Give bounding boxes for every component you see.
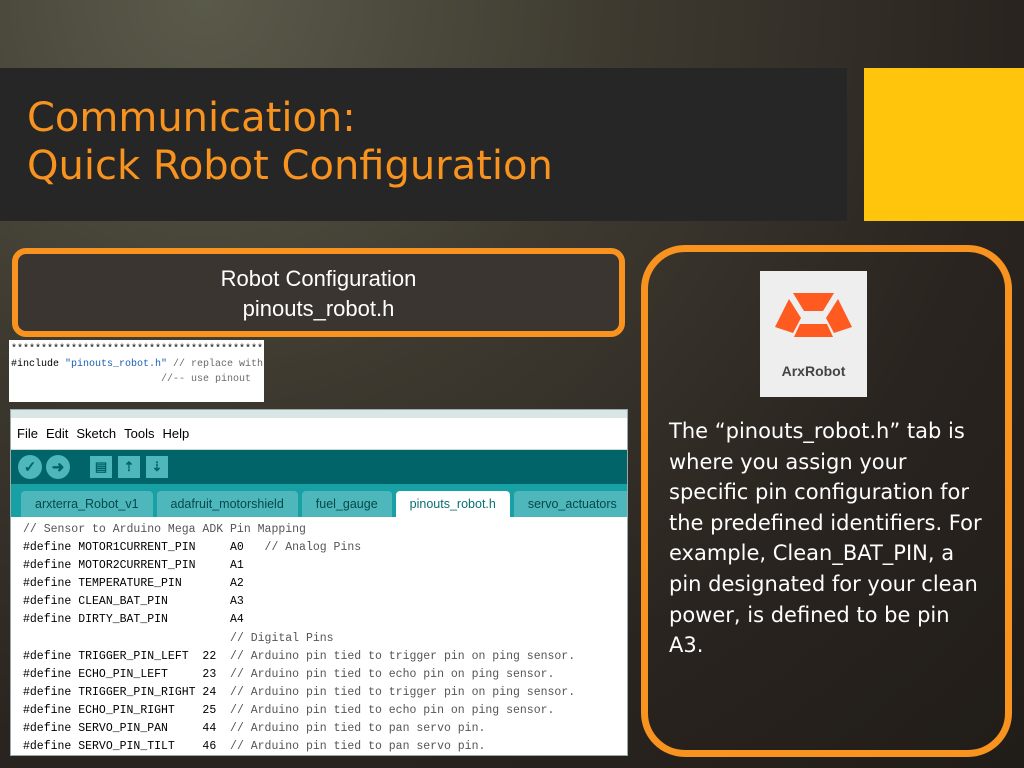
include-code-snippet: ****************************************… xyxy=(9,340,264,402)
code-line-code: #define CLEAN_BAT_PIN A3 xyxy=(23,595,244,609)
ide-menubar: File Edit Sketch Tools Help xyxy=(11,418,627,450)
snippet-line-2: #include "pinouts_robot.h" // replace wi… xyxy=(11,357,264,372)
ide-toolbar: ✓ ➜ ▤ ⇡ ⇣ xyxy=(11,450,627,484)
code-line: #define MOTOR2CURRENT_PIN A1 xyxy=(23,557,627,575)
accent-square xyxy=(864,68,1024,221)
snippet-include-comment: // replace with xyxy=(167,359,264,370)
code-line: #define ECHO_PIN_LEFT 23 // Arduino pin … xyxy=(23,666,627,684)
tab-arxterra-robot[interactable]: arxterra_Robot_v1 xyxy=(21,491,153,517)
verify-icon[interactable]: ✓ xyxy=(18,455,42,479)
code-line: #define TEMPERATURE_PIN A2 xyxy=(23,575,627,593)
ide-tab-bar: arxterra_Robot_v1 adafruit_motorshield f… xyxy=(11,484,627,517)
ide-title-strip xyxy=(11,410,627,418)
snippet-line-3: //-- use pinout xyxy=(11,374,252,385)
slide-title-line-1: Communication: xyxy=(27,95,356,141)
code-line: #define SERVO_PIN_TILT 46 // Arduino pin… xyxy=(23,738,627,755)
code-line-comment: // Arduino pin tied to trigger pin on pi… xyxy=(230,685,576,699)
code-line-comment: // Arduino pin tied to trigger pin on pi… xyxy=(230,649,576,663)
menu-tools[interactable]: Tools xyxy=(124,426,154,441)
code-line-code: #define TEMPERATURE_PIN A2 xyxy=(23,577,244,591)
menu-edit[interactable]: Edit xyxy=(46,426,68,441)
tab-fuel-gauge[interactable]: fuel_gauge xyxy=(301,491,392,517)
code-line: #define DIRTY_BAT_PIN A4 xyxy=(23,611,627,629)
code-line-code: #define SERVO_PIN_TILT 46 xyxy=(23,740,231,754)
code-line: #define TRIGGER_PIN_LEFT 22 // Arduino p… xyxy=(23,648,627,666)
code-line-code: // Sensor to Arduino Mega ADK Pin Mappin… xyxy=(23,523,306,536)
open-icon[interactable]: ⇡ xyxy=(118,456,140,478)
code-line-code: #define MOTOR2CURRENT_PIN A1 xyxy=(23,559,244,573)
arxrobot-logo-card: ArxRobot xyxy=(760,271,867,397)
new-icon[interactable]: ▤ xyxy=(90,456,112,478)
snippet-line-1: ****************************************… xyxy=(11,344,264,355)
robot-configuration-label-box: Robot Configuration pinouts_robot.h xyxy=(12,248,625,337)
arxrobot-logo-icon xyxy=(775,293,852,337)
menu-sketch[interactable]: Sketch xyxy=(76,426,116,441)
code-line: // Sensor to Arduino Mega ADK Pin Mappin… xyxy=(23,521,627,539)
snippet-include-file: "pinouts_robot.h" xyxy=(65,359,168,370)
code-line-comment: // Digital Pins xyxy=(230,631,334,645)
tab-adafruit-motorshield[interactable]: adafruit_motorshield xyxy=(156,491,298,517)
code-line: // Digital Pins xyxy=(23,630,627,648)
code-line-comment: // Arduino pin tied to echo pin on ping … xyxy=(230,667,555,681)
menu-file[interactable]: File xyxy=(17,426,38,441)
code-line: #define SERVO_PIN_PAN 44 // Arduino pin … xyxy=(23,720,627,738)
upload-icon[interactable]: ➜ xyxy=(46,455,70,479)
title-band: Communication: Quick Robot Configuration xyxy=(0,68,847,221)
menu-help[interactable]: Help xyxy=(162,426,189,441)
code-line-code: #define TRIGGER_PIN_LEFT 22 xyxy=(23,649,231,663)
tab-pinouts-robot[interactable]: pinouts_robot.h xyxy=(395,491,510,517)
code-line-code: #define MOTOR1CURRENT_PIN A0 xyxy=(23,541,265,555)
code-line-code: #define ECHO_PIN_RIGHT 25 xyxy=(23,703,231,717)
code-line-code: #define DIRTY_BAT_PIN A4 xyxy=(23,613,244,627)
info-description: The “pinouts_robot.h” tab is where you a… xyxy=(669,419,982,658)
code-line-code xyxy=(23,632,230,645)
code-line: #define MOTOR1CURRENT_PIN A0 // Analog P… xyxy=(23,539,627,557)
code-line-code: #define SERVO_PIN_PAN 44 xyxy=(23,722,231,736)
snippet-include-keyword: #include xyxy=(11,359,66,370)
code-line-comment: // Arduino pin tied to echo pin on ping … xyxy=(230,703,555,717)
save-icon[interactable]: ⇣ xyxy=(146,456,168,478)
code-line: #define CLEAN_BAT_PIN A3 xyxy=(23,593,627,611)
arxrobot-logo-text: ArxRobot xyxy=(781,363,846,379)
tab-servo-actuators[interactable]: servo_actuators xyxy=(513,491,627,517)
arduino-ide-window: File Edit Sketch Tools Help ✓ ➜ ▤ ⇡ ⇣ ar… xyxy=(10,409,628,756)
code-editor[interactable]: // Sensor to Arduino Mega ADK Pin Mappin… xyxy=(11,517,627,755)
code-line: #define TRIGGER_PIN_RIGHT 24 // Arduino … xyxy=(23,684,627,702)
label-box-line-2: pinouts_robot.h xyxy=(242,296,395,321)
slide-title-line-2: Quick Robot Configuration xyxy=(27,143,553,189)
code-line: #define ECHO_PIN_RIGHT 25 // Arduino pin… xyxy=(23,702,627,720)
code-line-comment: // Arduino pin tied to pan servo pin. xyxy=(230,740,486,754)
code-line-comment: // Analog Pins xyxy=(264,541,362,555)
code-line-comment: // Arduino pin tied to pan servo pin. xyxy=(230,722,486,736)
label-box-line-1: Robot Configuration xyxy=(220,266,417,291)
code-line-code: #define TRIGGER_PIN_RIGHT 24 xyxy=(23,685,231,699)
code-line-code: #define ECHO_PIN_LEFT 23 xyxy=(23,667,231,681)
